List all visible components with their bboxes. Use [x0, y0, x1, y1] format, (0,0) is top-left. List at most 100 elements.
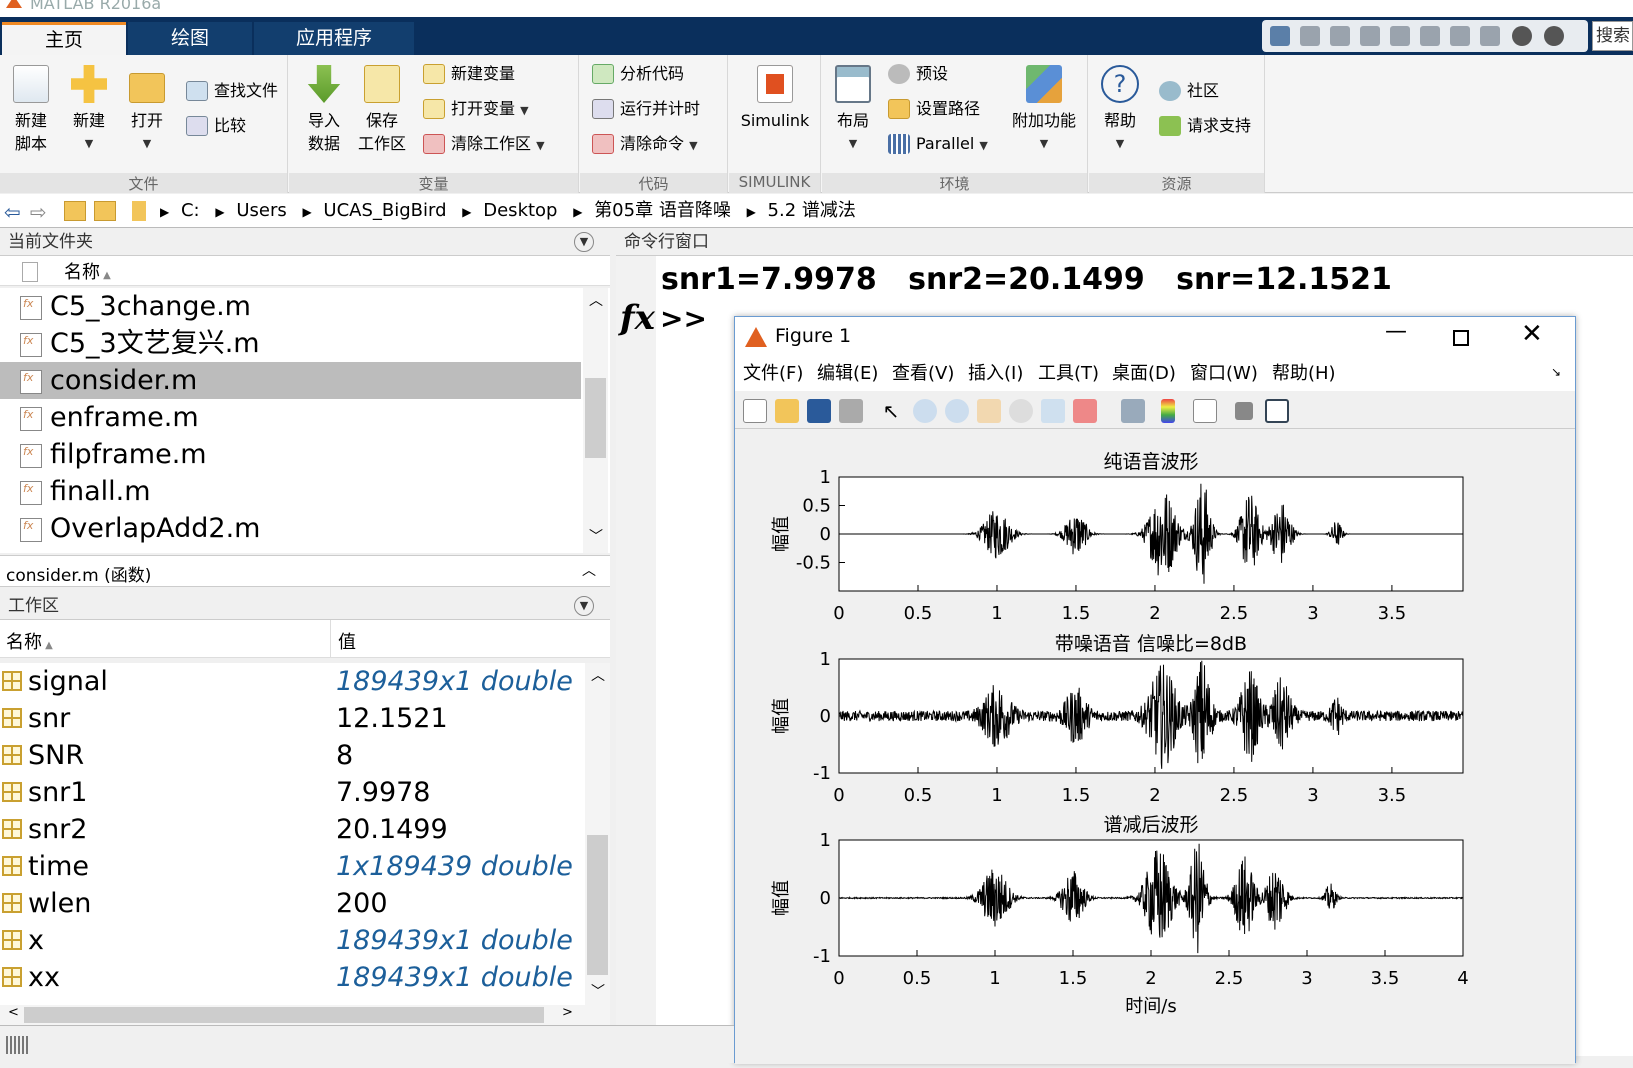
maximize-icon[interactable] [1453, 330, 1469, 346]
minimize-icon[interactable]: — [1385, 319, 1407, 344]
menu-file[interactable]: 文件(F) [743, 357, 803, 391]
new-figure-icon[interactable] [743, 399, 767, 423]
layout-button[interactable]: 布局 ▼ [828, 65, 878, 155]
file-row[interactable]: C5_3文艺复兴.m [0, 325, 581, 362]
file-row[interactable]: enframe.m [0, 399, 581, 436]
scroll-left-icon[interactable]: < [8, 1005, 19, 1020]
menu-window[interactable]: 窗口(W) [1190, 357, 1258, 391]
scroll-up-icon[interactable]: ︿ [589, 290, 603, 310]
save-figure-icon[interactable] [807, 399, 831, 423]
workspace-row[interactable]: snr2 20.1499 [0, 811, 585, 848]
breadcrumb-item[interactable]: Users [236, 200, 286, 221]
fx-icon[interactable]: fx [620, 298, 655, 338]
menu-edit[interactable]: 编辑(E) [817, 357, 878, 391]
new-button[interactable]: 新建 ▼ [64, 65, 114, 155]
file-row[interactable]: filpframe.m [0, 436, 581, 473]
copy-icon[interactable] [1360, 26, 1380, 46]
collapse-icon[interactable]: ︿ [582, 560, 596, 580]
show-plot-tools-icon[interactable] [1265, 399, 1289, 423]
tab-home[interactable]: 主页 [2, 22, 126, 55]
tab-plots[interactable]: 绘图 [128, 22, 252, 55]
help-icon[interactable] [1512, 26, 1532, 46]
scroll-thumb[interactable] [585, 378, 606, 458]
workspace-row[interactable]: x 189439x1 double [0, 922, 585, 959]
close-icon[interactable]: ✕ [1521, 319, 1543, 349]
menu-view[interactable]: 查看(V) [892, 357, 954, 391]
preferences-button[interactable]: 预设 [886, 60, 948, 88]
legend-icon[interactable] [1193, 399, 1217, 423]
redo-icon[interactable] [1450, 26, 1470, 46]
scroll-right-icon[interactable]: > [562, 1005, 573, 1020]
forward-icon[interactable]: ⇨ [30, 200, 47, 224]
workspace-row[interactable]: xx 189439x1 double [0, 959, 585, 996]
save-workspace-button[interactable]: 保存 工作区 [357, 65, 407, 155]
community-button[interactable]: 社区 [1157, 77, 1219, 105]
new-icon[interactable] [1270, 26, 1290, 46]
panel-menu-icon[interactable]: ▼ [574, 232, 594, 252]
file-row[interactable]: finall.m [0, 473, 581, 510]
run-and-time-button[interactable]: 运行并计时 [590, 95, 700, 123]
breadcrumb-item[interactable]: C: [181, 200, 200, 221]
menu-help[interactable]: 帮助(H) [1272, 357, 1336, 391]
parallel-button[interactable]: Parallel ▼ [886, 130, 988, 158]
paste-icon[interactable] [1390, 26, 1410, 46]
file-row-selected[interactable]: consider.m [0, 362, 581, 399]
data-cursor-icon[interactable] [1041, 399, 1065, 423]
workspace-row[interactable]: SNR 8 [0, 737, 585, 774]
print-icon[interactable] [839, 399, 863, 423]
clear-commands-button[interactable]: 清除命令 ▼ [590, 130, 698, 158]
find-files-button[interactable]: 查找文件 [184, 77, 278, 105]
add-ons-button[interactable]: 附加功能 ▼ [1008, 65, 1080, 155]
colorbar-icon[interactable] [1161, 399, 1175, 423]
dock-icon[interactable]: ↘ [1551, 365, 1561, 379]
file-row[interactable]: OverlapAdd2.m [0, 510, 581, 547]
open-file-icon[interactable] [775, 399, 799, 423]
menu-insert[interactable]: 插入(I) [968, 357, 1023, 391]
open-button[interactable]: 打开 ▼ [122, 65, 172, 155]
save-icon[interactable] [1300, 26, 1320, 46]
value-column-header[interactable]: 值 [338, 628, 356, 654]
rotate-icon[interactable] [1009, 399, 1033, 423]
workspace-row[interactable]: wlen 200 [0, 885, 585, 922]
cut-icon[interactable] [1330, 26, 1350, 46]
request-support-button[interactable]: 请求支持 [1157, 112, 1251, 140]
switch-windows-icon[interactable] [1480, 26, 1500, 46]
clear-workspace-button[interactable]: 清除工作区 ▼ [421, 130, 545, 158]
zoom-in-icon[interactable] [913, 399, 937, 423]
horizontal-scrollbar[interactable]: < > [0, 1005, 610, 1025]
new-variable-button[interactable]: 新建变量 [421, 60, 515, 88]
brush-icon[interactable] [1073, 399, 1097, 423]
back-icon[interactable]: ⇦ [4, 200, 21, 224]
browse-folder-icon[interactable] [94, 201, 116, 221]
scroll-down-icon[interactable]: ﹀ [591, 981, 605, 1001]
scroll-thumb[interactable] [587, 835, 608, 975]
name-column-header[interactable]: 名称 ▲ [64, 258, 111, 284]
file-row[interactable]: C5_3change.m [0, 288, 581, 325]
search-input[interactable]: 搜索 [1592, 21, 1633, 51]
pointer-icon[interactable]: ↖ [879, 399, 903, 423]
workspace-row[interactable]: time 1x189439 double [0, 848, 585, 885]
workspace-row[interactable]: snr 12.1521 [0, 700, 585, 737]
name-column-header[interactable]: 名称 ▲ [6, 628, 53, 654]
breadcrumb-item[interactable]: 第05章 语音降噪 [594, 200, 731, 221]
community-icon[interactable] [1544, 26, 1564, 46]
breadcrumb-item[interactable]: UCAS_BigBird [323, 200, 446, 221]
breadcrumb-item[interactable]: Desktop [483, 200, 557, 221]
analyze-code-button[interactable]: 分析代码 [590, 60, 684, 88]
import-data-button[interactable]: 导入 数据 [299, 65, 349, 155]
breadcrumb-item[interactable]: 5.2 谱减法 [768, 200, 856, 221]
set-path-button[interactable]: 设置路径 [886, 95, 980, 123]
scroll-down-icon[interactable]: ﹀ [589, 526, 603, 546]
scroll-thumb[interactable] [24, 1007, 544, 1023]
help-button[interactable]: ? 帮助 ▼ [1095, 65, 1145, 155]
zoom-out-icon[interactable] [945, 399, 969, 423]
simulink-button[interactable]: Simulink [737, 65, 813, 132]
scroll-up-icon[interactable]: ︿ [591, 665, 605, 685]
workspace-row[interactable]: snr1 7.9978 [0, 774, 585, 811]
menu-tools[interactable]: 工具(T) [1038, 357, 1099, 391]
tab-apps[interactable]: 应用程序 [254, 22, 414, 55]
open-variable-button[interactable]: 打开变量 ▼ [421, 95, 529, 123]
folder-scrollbar[interactable]: ︿ ﹀ [583, 288, 608, 553]
undo-icon[interactable] [1420, 26, 1440, 46]
workspace-scrollbar[interactable]: ︿ ﹀ [585, 663, 610, 1005]
